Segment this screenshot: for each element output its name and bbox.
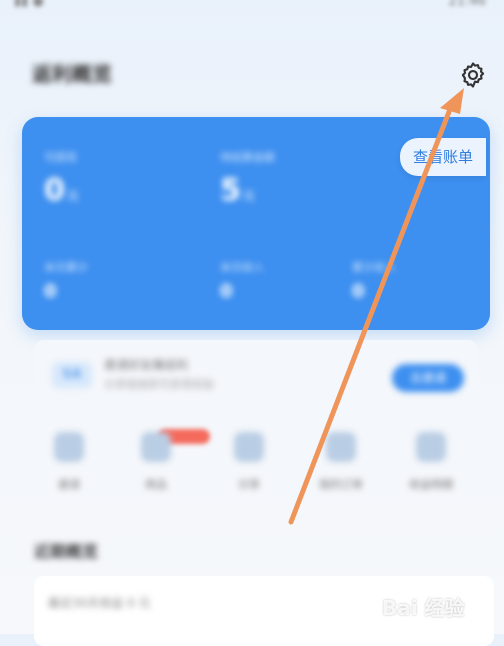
carrier-indicator: ▮▮ ● — [14, 0, 44, 9]
shortcut-icon — [54, 432, 84, 462]
page-title: 返利概览 — [32, 62, 112, 86]
shortcut-icon — [234, 432, 264, 462]
metric-value: 5元 — [220, 173, 255, 208]
sub-metric-label: 本月收入 — [220, 261, 264, 274]
watermark-text: Bai 经验 — [382, 596, 465, 620]
shortcut-icon — [416, 432, 446, 462]
shortcut-label: 商品 — [145, 478, 167, 491]
invite-banner[interactable]: SA 邀请好友赚返利 分享链接即可获得奖励 去邀请 — [34, 340, 478, 410]
sub-metric-value: 0 — [220, 281, 233, 302]
sub-metric-value: 0 — [352, 281, 365, 302]
arrow-head — [440, 88, 464, 114]
gear-icon[interactable] — [458, 60, 488, 90]
shortcut-item[interactable]: 分享 — [214, 432, 284, 492]
shortcut-label: 分享 — [238, 478, 260, 491]
status-time: 21:46 — [448, 0, 486, 9]
banner-subtitle: 分享链接即可获得奖励 — [104, 378, 214, 391]
shortcut-item[interactable]: 邀请 — [34, 432, 104, 492]
sub-metric-label: 本月累计 — [44, 261, 88, 274]
banner-title: 邀请好友赚返利 — [104, 358, 189, 372]
section-title: 近期概览 — [34, 542, 99, 561]
banner-icon: SA — [52, 362, 92, 388]
metric-label: 可提现 — [44, 151, 77, 164]
overview-text: 最近30天收益 0 元 — [48, 596, 151, 610]
metric-value: 0元 — [44, 173, 79, 208]
baidu-jingyan-watermark: Bai 经验 — [382, 576, 502, 630]
status-bar: ▮▮ ● 21:46 — [0, 0, 504, 24]
shortcut-label: 邀请 — [58, 478, 80, 491]
shortcut-label: 收益明细 — [409, 478, 453, 491]
shortcut-icon — [326, 432, 356, 462]
sub-metric-label: 累计收入 — [352, 261, 396, 274]
shortcut-icon — [141, 432, 171, 462]
shortcut-item[interactable]: 收益明细 — [396, 432, 466, 492]
shortcut-item[interactable]: 商品 — [121, 432, 191, 492]
view-bill-button[interactable]: 查看账单 — [400, 138, 486, 176]
metric-label: 待结算金额 — [220, 151, 275, 164]
shortcut-label: 我的订单 — [319, 478, 363, 491]
sub-metric-value: 0 — [44, 281, 57, 302]
banner-button[interactable]: 去邀请 — [392, 364, 464, 392]
shortcut-item[interactable]: 我的订单 — [306, 432, 376, 492]
